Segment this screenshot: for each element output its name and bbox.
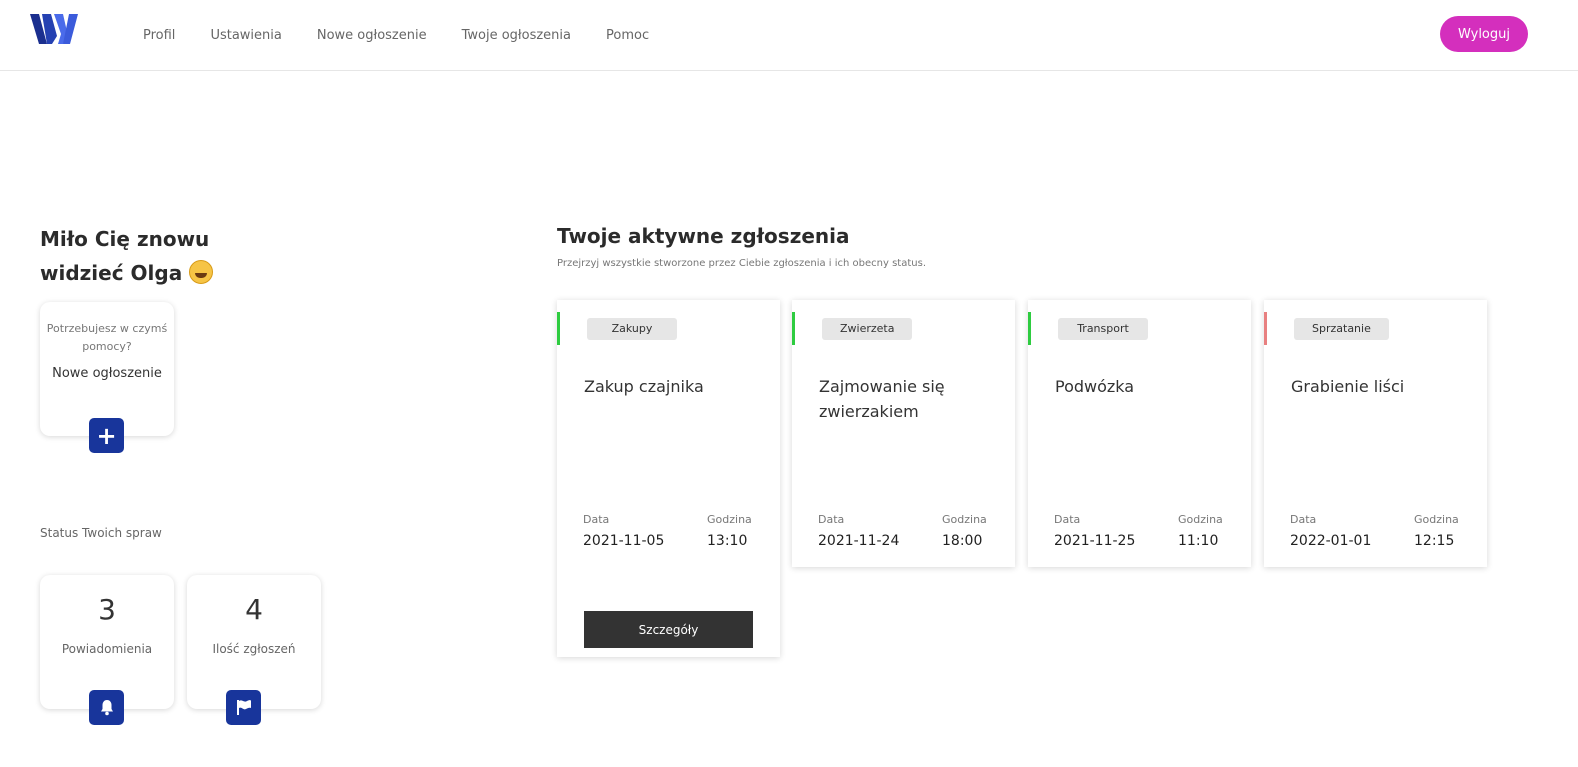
new-listing-card[interactable]: Potrzebujesz w czymś pomocy? Nowe ogłosz…	[40, 302, 174, 436]
request-time: 18:00	[942, 533, 983, 549]
category-badge: Zakupy	[587, 318, 677, 340]
flag-icon-glyph	[236, 700, 251, 715]
flag-icon[interactable]	[226, 690, 261, 725]
requests-count-card[interactable]: 4 Ilość zgłoszeń	[187, 575, 321, 709]
request-title: Zajmowanie się zwierzakiem	[819, 377, 945, 421]
category-badge: Zwierzeta	[822, 318, 913, 340]
status-indicator	[557, 312, 560, 345]
request-card: Zakupy Zakup czajnika Data Godzina 2021-…	[557, 300, 780, 657]
request-title: Podwózka	[1055, 377, 1135, 396]
status-indicator	[1264, 312, 1267, 345]
greeting-line-2-text: widzieć Olga	[40, 261, 183, 285]
bell-icon-glyph	[100, 700, 113, 716]
notifications-card[interactable]: 3 Powiadomienia	[40, 575, 174, 709]
date-label: Data	[818, 513, 845, 526]
time-label: Godzina	[707, 513, 752, 526]
plus-icon[interactable]: +	[89, 418, 124, 453]
greeting-heading: Miło Cię znowu widzieć Olga	[40, 222, 280, 290]
details-button[interactable]: Szczegóły	[584, 611, 753, 648]
nav-your-listings[interactable]: Twoje ogłoszenia	[462, 28, 571, 43]
category-badge: Transport	[1058, 318, 1148, 340]
greeting-line-2: widzieć Olga	[40, 256, 280, 290]
request-time: 12:15	[1414, 533, 1455, 549]
status-indicator	[792, 312, 795, 345]
request-time: 11:10	[1178, 533, 1219, 549]
request-title: Zakup czajnika	[584, 377, 704, 396]
nav-new-listing[interactable]: Nowe ogłoszenie	[317, 28, 427, 43]
logout-button[interactable]: Wyloguj	[1440, 16, 1528, 52]
request-title: Grabienie liści	[1291, 377, 1405, 396]
new-listing-title: Nowe ogłoszenie	[52, 366, 162, 381]
request-card[interactable]: Zwierzeta Zajmowanie się zwierzakiem Dat…	[792, 300, 1015, 567]
time-label: Godzina	[942, 513, 987, 526]
request-card[interactable]: Sprzatanie Grabienie liści Data Godzina …	[1264, 300, 1487, 567]
requests-count: 4	[245, 593, 263, 626]
request-time: 13:10	[707, 533, 748, 549]
time-label: Godzina	[1178, 513, 1223, 526]
greeting-line-1: Miło Cię znowu	[40, 227, 210, 251]
request-card[interactable]: Transport Podwózka Data Godzina 2021-11-…	[1028, 300, 1251, 567]
request-date: 2021-11-24	[818, 533, 900, 549]
request-date: 2022-01-01	[1290, 533, 1372, 549]
notifications-count: 3	[98, 593, 116, 626]
active-requests-subtitle: Przejrzyj wszystkie stworzone przez Cieb…	[557, 258, 926, 269]
notifications-label: Powiadomienia	[61, 642, 153, 656]
date-label: Data	[1054, 513, 1081, 526]
category-badge: Sprzatanie	[1294, 318, 1389, 340]
date-label: Data	[1290, 513, 1317, 526]
nav-help[interactable]: Pomoc	[606, 28, 649, 43]
request-date: 2021-11-25	[1054, 533, 1136, 549]
requests-count-label: Ilość zgłoszeń	[212, 642, 296, 656]
brand-logo-icon[interactable]	[30, 14, 80, 44]
nav-settings[interactable]: Ustawienia	[210, 28, 281, 43]
status-section-label: Status Twoich spraw	[40, 526, 162, 540]
time-label: Godzina	[1414, 513, 1459, 526]
status-indicator	[1028, 312, 1031, 345]
bell-icon[interactable]	[89, 690, 124, 725]
nav-profile[interactable]: Profil	[143, 28, 175, 43]
help-question: Potrzebujesz w czymś pomocy?	[46, 322, 168, 353]
top-navbar: Profil Ustawienia Nowe ogłoszenie Twoje …	[0, 0, 1578, 71]
request-date: 2021-11-05	[583, 533, 665, 549]
date-label: Data	[583, 513, 610, 526]
main-nav: Profil Ustawienia Nowe ogłoszenie Twoje …	[143, 0, 684, 70]
active-requests-title: Twoje aktywne zgłoszenia	[557, 224, 850, 248]
hugging-face-emoji-icon	[189, 260, 214, 284]
